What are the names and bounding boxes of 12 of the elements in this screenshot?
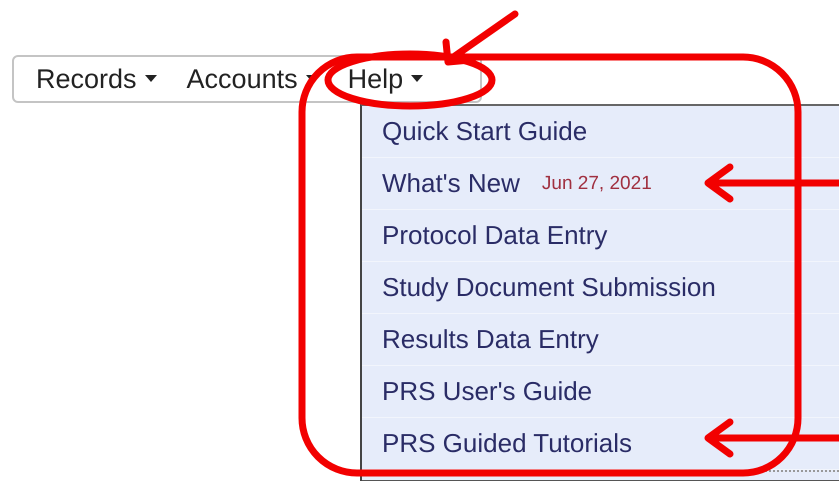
menu-item[interactable]: Quick Start Guide [362,106,839,158]
menu-item[interactable]: Results Data Entry [362,314,839,366]
menu-item[interactable]: PRS Guided Tutorials [362,418,839,470]
menu-item[interactable]: Study Document Submission [362,262,839,314]
caret-icon [411,75,424,83]
caret-icon [144,75,157,83]
menu-button[interactable]: Help [346,64,426,94]
menu-item[interactable]: What's New Jun 27, 2021 [362,158,839,210]
menu-item[interactable]: PRS User's Guide [362,366,839,418]
menu-button[interactable]: Records [34,64,159,94]
date-label: Jun 27, 2021 [542,172,652,194]
menu-item[interactable]: Protocol Data Entry [362,210,839,262]
